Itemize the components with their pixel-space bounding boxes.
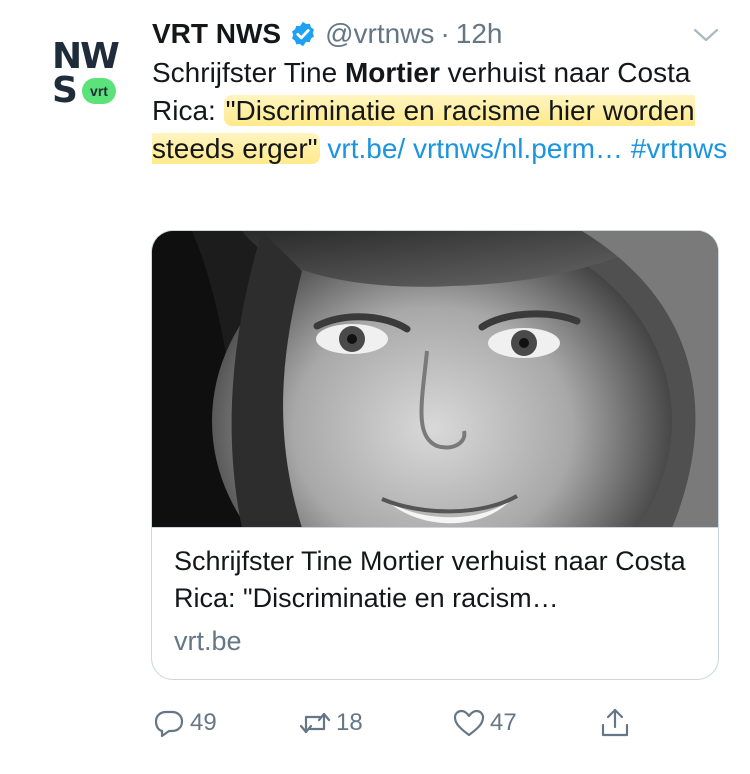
tweet-text: Schrijfster Tine Mortier verhuist naar C… — [152, 54, 732, 168]
card-body: Schrijfster Tine Mortier verhuist naar C… — [174, 543, 704, 659]
hashtag-link[interactable]: #vrtnws — [631, 133, 727, 164]
verified-badge-icon — [289, 20, 317, 48]
heart-icon — [453, 709, 485, 737]
card-title: Schrijfster Tine Mortier verhuist naar C… — [174, 546, 686, 613]
retweet-button[interactable]: 18 — [298, 700, 363, 746]
tweet-header: VRT NWS @vrtnws · 12h — [152, 14, 502, 54]
tweet-link[interactable]: vrt.be/ vrtnws/nl.perm… — [327, 133, 623, 164]
tweet-text-bold: Mortier — [344, 57, 440, 88]
like-count: 47 — [490, 709, 517, 736]
text-space — [623, 133, 631, 164]
avatar[interactable]: NW S vrt — [46, 34, 126, 114]
account-name[interactable]: VRT NWS — [152, 18, 281, 50]
reply-count: 49 — [190, 709, 217, 736]
card-image — [152, 231, 718, 528]
like-button[interactable]: 47 — [452, 700, 517, 746]
card-domain: vrt.be — [174, 626, 242, 656]
logo-badge: vrt — [82, 78, 116, 104]
account-handle[interactable]: @vrtnws — [325, 18, 434, 50]
share-icon — [601, 708, 629, 737]
link-preview-card[interactable]: Schrijfster Tine Mortier verhuist naar C… — [151, 230, 719, 680]
timestamp[interactable]: 12h — [456, 18, 503, 50]
tweet-text-part: Schrijfster Tine — [152, 57, 345, 88]
reply-icon — [154, 710, 184, 738]
reply-button[interactable]: 49 — [152, 700, 217, 746]
chevron-down-icon[interactable] — [690, 24, 722, 46]
logo-text-bottom: S — [52, 70, 78, 111]
retweet-icon — [299, 712, 331, 734]
tweet-actions: 49 18 47 — [152, 700, 712, 746]
retweet-count: 18 — [336, 709, 363, 736]
share-button[interactable] — [598, 700, 636, 746]
separator-dot: · — [440, 18, 450, 49]
